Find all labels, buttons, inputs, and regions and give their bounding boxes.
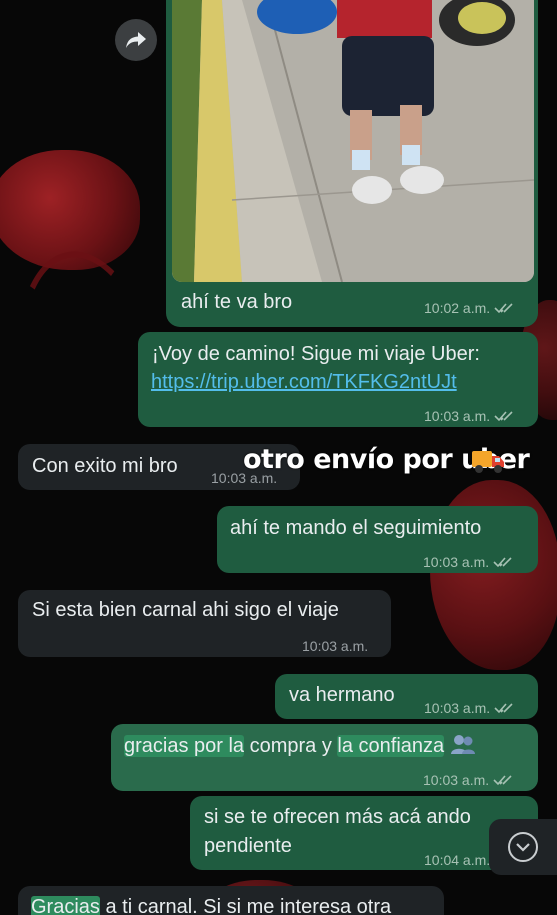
- message-line: si se te ofrecen más acá ando: [204, 806, 471, 828]
- double-check-icon: [494, 411, 513, 422]
- message-incoming-partial[interactable]: Gracias a ti carnal. Si si me interesa o…: [18, 886, 444, 915]
- message-outgoing[interactable]: si se te ofrecen más acá ando pendiente …: [190, 796, 538, 870]
- double-check-icon: [494, 703, 513, 714]
- message-line: pendiente: [204, 835, 292, 857]
- message-outgoing[interactable]: va hermano 10:03 a.m.: [275, 674, 538, 719]
- text-segment: a ti carnal. Si si me interesa otra: [99, 896, 392, 915]
- forward-button[interactable]: [115, 19, 157, 61]
- photo-street-scene: [172, 0, 534, 282]
- photo-caption: ahí te va bro: [181, 291, 293, 313]
- double-check-icon: [493, 775, 512, 786]
- message-timestamp: 10:03 a.m.: [423, 548, 513, 576]
- message-time: 10:04 a.m.: [424, 852, 491, 868]
- message-text: Si esta bien carnal ahi sigo el viaje: [32, 599, 339, 621]
- message-time: 10:03 a.m.: [423, 554, 490, 570]
- people-icon: [450, 735, 475, 754]
- double-check-icon: [493, 557, 512, 568]
- message-outgoing[interactable]: ahí te mando el seguimiento 10:03 a.m.: [217, 506, 538, 573]
- message-timestamp: 10:03 a.m.: [302, 632, 368, 660]
- message-timestamp: 10:03 a.m.: [424, 402, 514, 430]
- chevron-down-icon: [508, 832, 538, 862]
- message-text: va hermano: [289, 684, 395, 706]
- shared-photo[interactable]: [172, 0, 534, 282]
- message-uber-link[interactable]: ¡Voy de camino! Sigue mi viaje Uber: htt…: [138, 332, 538, 427]
- delivery-truck-icon: [472, 451, 504, 473]
- message-timestamp: 10:04 a.m.: [424, 846, 490, 874]
- message-time: 10:03 a.m.: [424, 408, 491, 424]
- message-time: 10:03 a.m.: [302, 638, 369, 654]
- message-time: 10:02 a.m.: [424, 300, 491, 316]
- message-incoming[interactable]: Si esta bien carnal ahi sigo el viaje 10…: [18, 590, 391, 657]
- message-text: ¡Voy de camino! Sigue mi viaje Uber:: [152, 343, 480, 365]
- message-timestamp: 10:03 a.m.: [423, 766, 513, 794]
- message-text: Gracias a ti carnal. Si si me interesa o…: [31, 893, 391, 915]
- search-highlight: gracias por la: [124, 735, 245, 757]
- message-time: 10:03 a.m.: [423, 772, 490, 788]
- forward-arrow-icon: [126, 32, 146, 48]
- photo-timestamp: 10:02 a.m.: [424, 300, 514, 316]
- message-text: Con exito mi bro: [32, 455, 178, 477]
- search-highlight: Gracias: [31, 896, 100, 915]
- double-check-icon: [494, 303, 513, 314]
- message-time: 10:03 a.m.: [424, 700, 491, 716]
- text-segment: compra y: [244, 735, 338, 757]
- message-text: gracias por la compra y la confianza: [124, 732, 476, 760]
- message-timestamp: 10:03 a.m.: [424, 694, 514, 722]
- message-outgoing-highlighted[interactable]: gracias por la compra y la confianza 10:…: [111, 724, 538, 791]
- message-text: ahí te mando el seguimiento: [230, 517, 482, 539]
- scroll-to-bottom-button[interactable]: [489, 819, 557, 875]
- uber-trip-link[interactable]: https://trip.uber.com/TKFKG2ntUJt: [151, 368, 457, 396]
- search-highlight: la confianza: [337, 735, 445, 757]
